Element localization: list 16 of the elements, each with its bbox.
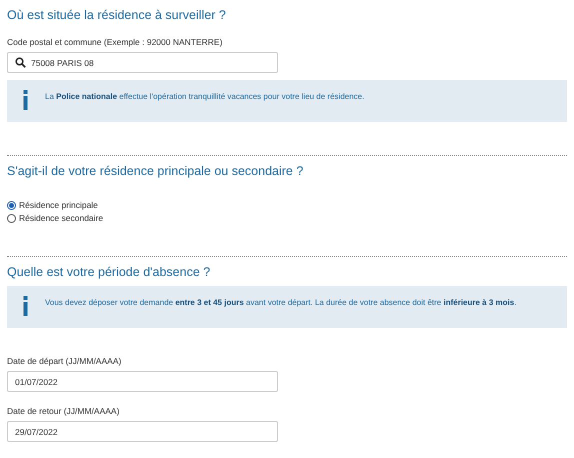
- section-title: Où est située la résidence à surveiller ?: [7, 7, 227, 22]
- section-title: S'agit-il de votre résidence principale ou secondaire ?: [7, 164, 304, 178]
- info-text: Vous devez déposer votre demande entre 3 et 45 jours avant votre départ. La durée de votre absence doit être inférieure à 3 mois.: [45, 297, 516, 309]
- field-label: Code postal et commune (Exemple : 92000 NANTERRE): [7, 37, 224, 47]
- info-icon: [23, 90, 28, 110]
- info-icon: [23, 296, 28, 316]
- date-field[interactable]: 01/07/2022: [7, 371, 278, 392]
- field-label: Date de retour (JJ/MM/AAAA): [7, 406, 120, 416]
- radio-option[interactable]: Résidence principale: [7, 200, 567, 210]
- search-icon: [15, 57, 26, 68]
- date-field[interactable]: 29/07/2022: [7, 421, 278, 442]
- search-field[interactable]: 75008 PARIS 08: [7, 52, 278, 73]
- field-label: Date de départ (JJ/MM/AAAA): [7, 356, 122, 366]
- info-text: La Police nationale effectue l'opération tranquillité vacances pour votre lieu de résidence.: [45, 91, 364, 103]
- section-title: Quelle est votre période d'absence ?: [7, 265, 212, 279]
- radio-option[interactable]: Résidence secondaire: [7, 213, 567, 223]
